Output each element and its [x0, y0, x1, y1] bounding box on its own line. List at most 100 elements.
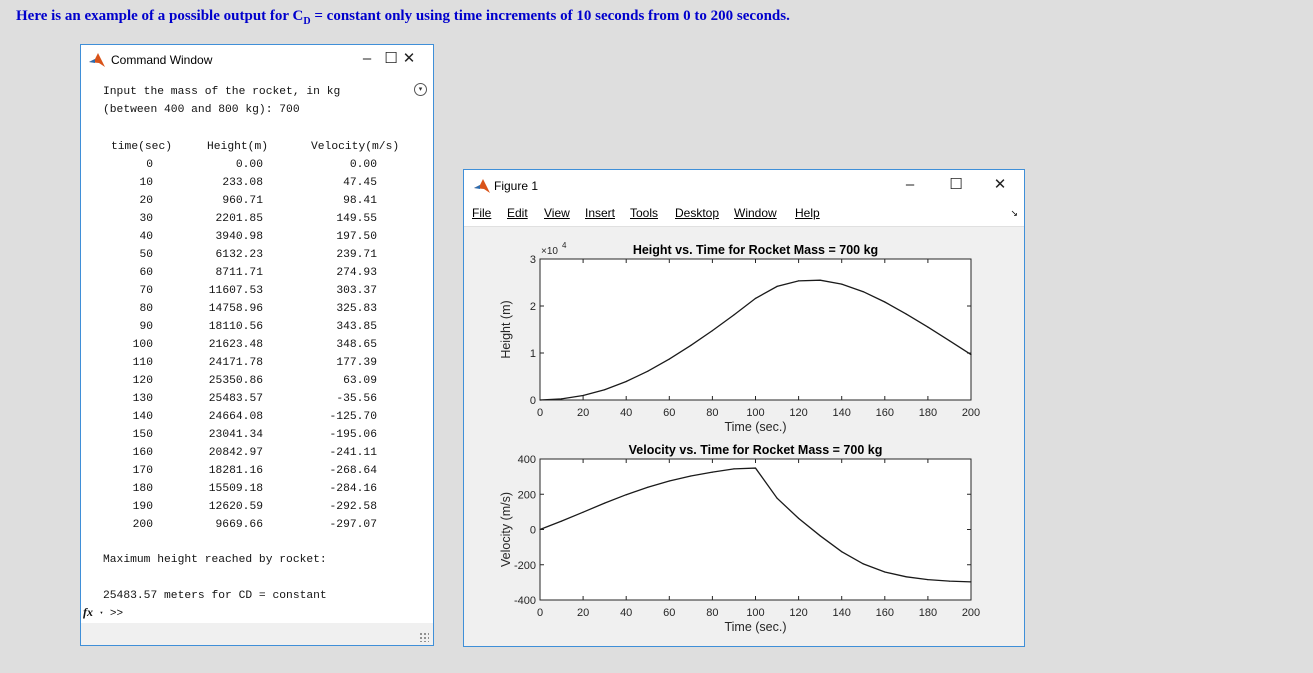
cell-time: 170: [132, 465, 153, 477]
cell-velocity: 303.37: [336, 285, 377, 297]
resize-grip-icon[interactable]: [419, 632, 429, 642]
data-point: [798, 517, 800, 519]
minimize-button[interactable]: –: [355, 49, 379, 69]
data-point: [776, 497, 778, 499]
y-tick-label: 200: [518, 489, 536, 501]
table-row: 190 12620.59 -292.58: [103, 498, 423, 516]
figure-minimize-button[interactable]: –: [898, 175, 922, 195]
cell-velocity: -241.11: [329, 447, 377, 459]
menu-view[interactable]: View: [544, 206, 570, 220]
cell-time: 10: [139, 177, 153, 189]
dock-arrow-icon[interactable]: ↘: [1010, 208, 1018, 219]
cell-time: 120: [132, 375, 153, 387]
data-point: [862, 291, 864, 293]
x-tick-label: 0: [537, 607, 543, 619]
command-window[interactable]: Command Window – ☐ ✕ ▾ Input the mass of…: [80, 44, 434, 646]
x-tick-label: 20: [577, 607, 589, 619]
figure-titlebar[interactable]: Figure 1 – ☐ ✕: [464, 170, 1024, 200]
menu-tools[interactable]: Tools: [630, 206, 658, 220]
data-point: [604, 502, 606, 504]
chart-title: Velocity vs. Time for Rocket Mass = 700 …: [629, 443, 883, 457]
data-point: [733, 468, 735, 470]
cell-time: 140: [132, 411, 153, 423]
cell-height: 25350.86: [208, 375, 263, 387]
max-height-result: 25483.57 meters for CD = constant: [103, 590, 327, 602]
y-tick-label: 0: [530, 395, 536, 407]
close-button[interactable]: ✕: [397, 49, 421, 69]
cell-velocity: -195.06: [329, 429, 377, 441]
table-row: 160 20842.97 -241.11: [103, 444, 423, 462]
figure-window[interactable]: Figure 1 – ☐ ✕ File Edit View Insert Too…: [463, 169, 1025, 647]
cell-velocity: 177.39: [336, 357, 377, 369]
command-prompt[interactable]: fx ▾ >>: [83, 605, 123, 620]
max-height-label: Maximum height reached by rocket:: [103, 554, 327, 566]
page-heading: Here is an example of a possible output …: [16, 8, 790, 27]
menu-help[interactable]: Help: [795, 206, 820, 220]
cell-height: 3940.98: [215, 231, 263, 243]
data-point: [776, 285, 778, 287]
command-window-titlebar[interactable]: Command Window – ☐ ✕: [81, 45, 433, 75]
cell-velocity: 197.50: [336, 231, 377, 243]
table-row: 80 14758.96 325.83: [103, 300, 423, 318]
figure-close-button[interactable]: ✕: [988, 175, 1012, 195]
figure-plot-canvas[interactable]: 0 20 40 60 80 100 120 140 160 180 2000123Height vs…: [464, 227, 1024, 647]
cell-height: 15509.18: [208, 483, 263, 495]
cell-velocity: 325.83: [336, 303, 377, 315]
data-point: [582, 394, 584, 397]
fx-dropdown-icon[interactable]: ▾: [100, 610, 104, 617]
column-header-height: Height(m): [207, 141, 269, 153]
data-point: [798, 280, 800, 282]
x-tick-label: 80: [706, 607, 718, 619]
data-point: [948, 580, 950, 582]
data-point: [560, 520, 563, 522]
cell-velocity: 0.00: [349, 159, 377, 171]
data-point: [690, 344, 692, 346]
x-tick-label: 180: [919, 407, 937, 419]
column-header-time: time(sec): [111, 141, 173, 153]
y-tick-label: 2: [530, 301, 536, 313]
menu-file[interactable]: File: [472, 206, 491, 220]
cell-velocity: 63.09: [343, 375, 377, 387]
cell-height: 2201.85: [215, 213, 263, 225]
data-point: [647, 370, 649, 372]
cell-height: 18110.56: [208, 321, 263, 333]
table-row: 20 960.71 98.41: [103, 192, 423, 210]
figure-maximize-button[interactable]: ☐: [944, 175, 968, 195]
fx-icon[interactable]: fx: [83, 605, 93, 619]
cell-velocity: 343.85: [336, 321, 377, 333]
cell-time: 80: [139, 303, 153, 315]
command-output[interactable]: Input the mass of the rocket, in kg (bet…: [103, 83, 425, 531]
table-header: time(sec) Height(m) Velocity(m/s): [103, 138, 423, 156]
y-tick-label: -400: [514, 595, 536, 607]
table-row: 130 25483.57 -35.56: [103, 390, 423, 408]
data-point: [733, 314, 735, 316]
x-tick-label: 40: [620, 607, 632, 619]
figure-title: Figure 1: [494, 179, 539, 193]
cell-velocity: -125.70: [329, 411, 377, 423]
y-tick-label: -200: [514, 560, 536, 572]
cell-time: 60: [139, 267, 153, 279]
menu-desktop[interactable]: Desktop: [675, 206, 719, 220]
cell-velocity: -268.64: [329, 465, 377, 477]
data-point: [690, 475, 692, 477]
data-point: [668, 358, 670, 360]
cell-height: 0.00: [235, 159, 263, 171]
cell-height: 25483.57: [208, 393, 263, 405]
data-point: [625, 494, 627, 496]
data-point: [841, 283, 843, 285]
cell-height: 8711.71: [215, 267, 263, 279]
cell-velocity: -292.58: [329, 501, 377, 513]
table-row: 180 15509.18 -284.16: [103, 480, 423, 498]
menu-insert[interactable]: Insert: [585, 206, 615, 220]
menu-edit[interactable]: Edit: [507, 206, 528, 220]
y-tick-label: 0: [530, 525, 536, 537]
figure-menubar: File Edit View Insert Tools Desktop Wind…: [464, 200, 1024, 227]
cell-velocity: 47.45: [343, 177, 377, 189]
table-row: 50 6132.23 239.71: [103, 246, 423, 264]
axis-exponent-power: 4: [562, 241, 567, 250]
menu-window[interactable]: Window: [734, 206, 777, 220]
command-window-statusbar: [81, 623, 433, 645]
table-row: 70 11607.53 303.37: [103, 282, 423, 300]
x-tick-label: 180: [919, 607, 937, 619]
x-tick-label: 120: [789, 607, 807, 619]
